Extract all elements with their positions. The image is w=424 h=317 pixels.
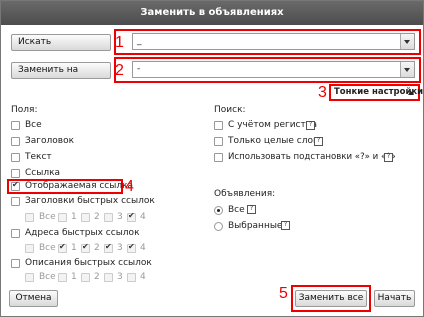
fields-heading: Поля: (11, 105, 38, 115)
start-button[interactable]: Начать (374, 290, 415, 307)
replace-input-value: - (137, 64, 141, 74)
annotation-number-1: 1 (115, 34, 124, 51)
cancel-button[interactable]: Отмена (9, 290, 58, 307)
ads-selected-help-icon[interactable]: ? (281, 221, 290, 230)
replace-all-button[interactable]: Заменить все (295, 290, 367, 307)
field-text-checkbox[interactable] (11, 153, 20, 162)
quick-urls-1-checkbox[interactable] (58, 242, 67, 253)
wildcards-help-icon[interactable]: ? (384, 153, 393, 162)
quick-titles-3-label: 3 (117, 212, 123, 222)
case-sensitive-checkbox[interactable] (214, 121, 223, 130)
field-quick-descriptions-label: Описания быстрых ссылок (25, 258, 152, 268)
search-input[interactable]: _ (132, 33, 415, 50)
field-quick-titles-label: Заголовки быстрых ссылок (25, 196, 155, 206)
ads-heading: Объявления: (214, 189, 276, 199)
search-options-heading: Поиск: (214, 105, 246, 115)
quick-urls-3-label: 3 (117, 243, 123, 253)
quick-urls-all-checkbox[interactable] (25, 244, 34, 253)
collapse-triangle-icon[interactable] (408, 91, 414, 95)
quick-titles-all-label: Все (39, 212, 56, 222)
field-link-checkbox[interactable] (11, 169, 20, 178)
quick-urls-2-label: 2 (94, 243, 100, 253)
quick-urls-2-checkbox[interactable] (81, 242, 90, 253)
quick-urls-3-checkbox[interactable] (104, 242, 113, 253)
wildcards-label: Использовать подстановки «?» и «*» (228, 152, 396, 162)
ads-all-radio[interactable] (214, 206, 223, 215)
quick-descriptions-1-label: 1 (71, 272, 77, 282)
search-dropdown-arrow-icon[interactable] (400, 34, 414, 49)
field-text-label: Текст (25, 152, 52, 162)
whole-words-checkbox[interactable] (214, 137, 223, 146)
quick-titles-2-checkbox[interactable] (81, 213, 90, 222)
field-title-label: Заголовок (25, 136, 75, 146)
quick-urls-all-label: Все (39, 243, 56, 253)
quick-titles-4-checkbox[interactable] (127, 211, 136, 222)
annotation-number-4: 4 (125, 178, 134, 195)
case-sensitive-label: С учётом регистра (228, 120, 317, 130)
case-help-icon[interactable]: ? (306, 121, 315, 130)
quick-titles-1-label: 1 (71, 212, 77, 222)
search-button[interactable]: Искать (11, 34, 111, 51)
field-quick-descriptions-checkbox[interactable] (11, 259, 20, 268)
annotation-number-5: 5 (279, 285, 288, 302)
quick-titles-4-label: 4 (140, 212, 146, 222)
dialog-title: Заменить в объявлениях (1, 1, 423, 25)
field-all-checkbox[interactable] (11, 121, 20, 130)
replace-dialog: Заменить в объявлениях Искать 1 _ Замени… (0, 0, 424, 317)
quick-titles-1-checkbox[interactable] (58, 213, 67, 222)
annotation-number-3: 3 (318, 84, 327, 101)
quick-descriptions-2-checkbox[interactable] (81, 273, 90, 282)
quick-descriptions-4-label: 4 (140, 272, 146, 282)
quick-urls-4-label: 4 (140, 243, 146, 253)
field-display-link-label: Отображаемая ссылка (25, 181, 134, 191)
field-link-label: Ссылка (25, 168, 61, 178)
replace-dropdown-arrow-icon[interactable] (400, 62, 414, 77)
annotation-number-2: 2 (115, 62, 124, 79)
quick-titles-2-label: 2 (94, 212, 100, 222)
quick-descriptions-3-checkbox[interactable] (104, 273, 113, 282)
ads-all-help-icon[interactable]: ? (247, 205, 256, 214)
quick-descriptions-1-checkbox[interactable] (58, 273, 67, 282)
replace-input[interactable]: - (132, 61, 415, 78)
quick-descriptions-2-label: 2 (94, 272, 100, 282)
ads-all-label: Все (228, 205, 245, 215)
field-quick-urls-checkbox[interactable] (11, 229, 20, 238)
whole-words-label: Только целые слова (228, 136, 324, 146)
quick-urls-4-checkbox[interactable] (127, 242, 136, 253)
quick-descriptions-all-checkbox[interactable] (25, 273, 34, 282)
quick-descriptions-3-label: 3 (117, 272, 123, 282)
search-input-value: _ (137, 36, 142, 46)
ads-selected-radio[interactable] (214, 222, 223, 231)
quick-titles-all-checkbox[interactable] (25, 213, 34, 222)
field-display-link-checkbox[interactable] (11, 180, 20, 191)
ads-selected-label: Выбранные (228, 221, 283, 231)
field-quick-urls-label: Адреса быстрых ссылок (25, 228, 140, 238)
quick-descriptions-4-checkbox[interactable] (127, 273, 136, 282)
quick-urls-1-label: 1 (71, 243, 77, 253)
field-all-label: Все (25, 120, 42, 130)
whole-words-help-icon[interactable]: ? (314, 137, 323, 146)
wildcards-checkbox[interactable] (214, 153, 223, 162)
quick-titles-3-checkbox[interactable] (104, 213, 113, 222)
quick-descriptions-all-label: Все (39, 272, 56, 282)
field-title-checkbox[interactable] (11, 137, 20, 146)
replace-with-button[interactable]: Заменить на (11, 62, 111, 79)
field-quick-titles-checkbox[interactable] (11, 197, 20, 206)
